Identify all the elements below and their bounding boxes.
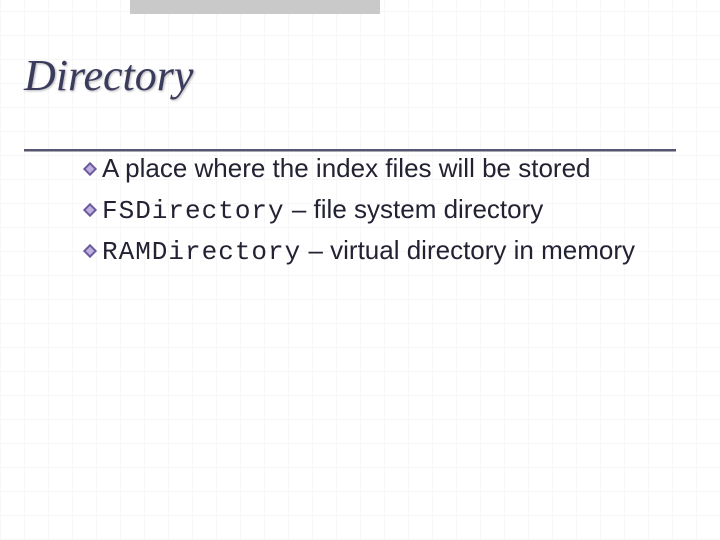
slide-body: A place where the index files will be st… (24, 151, 696, 270)
diamond-bullet-icon (82, 161, 98, 177)
list-item-text: RAMDirectory – virtual directory in memo… (102, 233, 635, 270)
list-item: A place where the index files will be st… (82, 151, 656, 188)
list-item-text: A place where the index files will be st… (102, 151, 591, 188)
list-item: RAMDirectory – virtual directory in memo… (82, 233, 656, 270)
diamond-bullet-icon (82, 202, 98, 218)
slide: Directory A place where the index files … (0, 0, 720, 270)
diamond-bullet-icon (82, 243, 98, 259)
list-item: FSDirectory – file system directory (82, 192, 656, 229)
slide-title: Directory (24, 50, 696, 109)
list-item-text: FSDirectory – file system directory (102, 192, 543, 229)
